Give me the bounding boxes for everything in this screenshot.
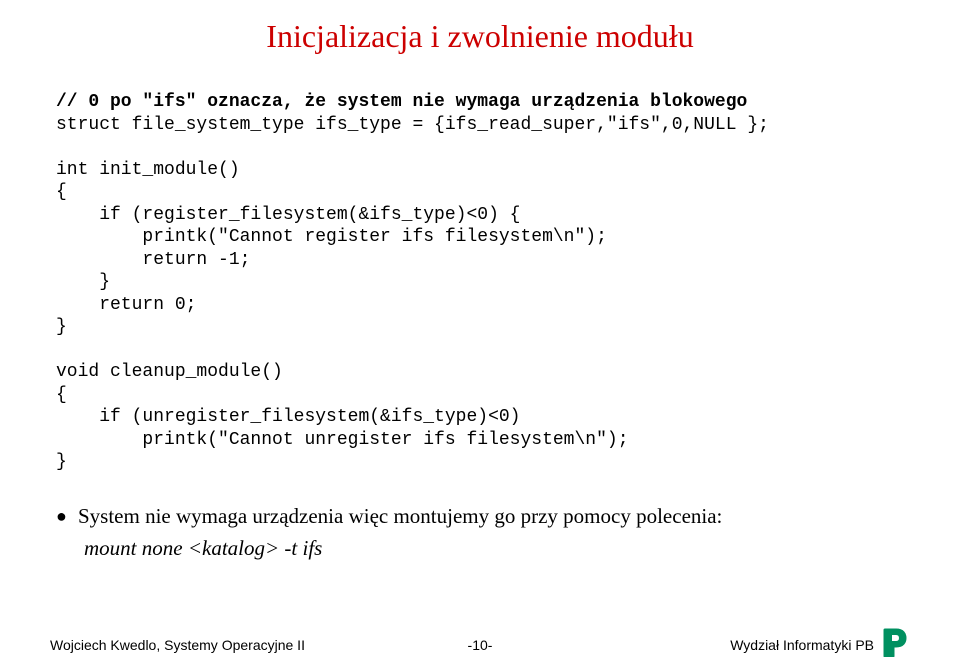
code-line: } xyxy=(56,317,67,337)
code-line: if (register_filesystem(&ifs_type)<0) { xyxy=(56,205,520,225)
code-block: // 0 po "ifs" oznacza, że system nie wym… xyxy=(56,91,910,474)
code-line: { xyxy=(56,385,67,405)
code-line: return 0; xyxy=(56,295,196,315)
code-line: return -1; xyxy=(56,250,250,270)
slide: Inicjalizacja i zwolnienie modułu // 0 p… xyxy=(0,0,960,667)
code-comment: // 0 po "ifs" oznacza, że system nie wym… xyxy=(56,92,747,112)
bullet-item: ● System nie wymaga urządzenia więc mont… xyxy=(56,502,910,530)
code-line: void cleanup_module() xyxy=(56,362,283,382)
bullet-text: System nie wymaga urządzenia więc montuj… xyxy=(78,502,910,530)
bullet-subline: mount none <katalog> -t ifs xyxy=(84,536,910,561)
code-line: { xyxy=(56,182,67,202)
bullet-block: ● System nie wymaga urządzenia więc mont… xyxy=(56,502,910,561)
code-line: } xyxy=(56,272,110,292)
code-line: } xyxy=(56,452,67,472)
bullet-dot-icon: ● xyxy=(56,502,78,530)
footer-right: Wydział Informatyki PB xyxy=(730,637,874,653)
code-line: printk("Cannot register ifs filesystem\n… xyxy=(56,227,607,247)
code-line: if (unregister_filesystem(&ifs_type)<0) xyxy=(56,407,520,427)
slide-title: Inicjalizacja i zwolnienie modułu xyxy=(50,18,910,55)
university-logo-icon xyxy=(882,627,910,657)
code-line: struct file_system_type ifs_type = {ifs_… xyxy=(56,115,769,135)
code-line: int init_module() xyxy=(56,160,240,180)
code-line: printk("Cannot unregister ifs filesystem… xyxy=(56,430,629,450)
